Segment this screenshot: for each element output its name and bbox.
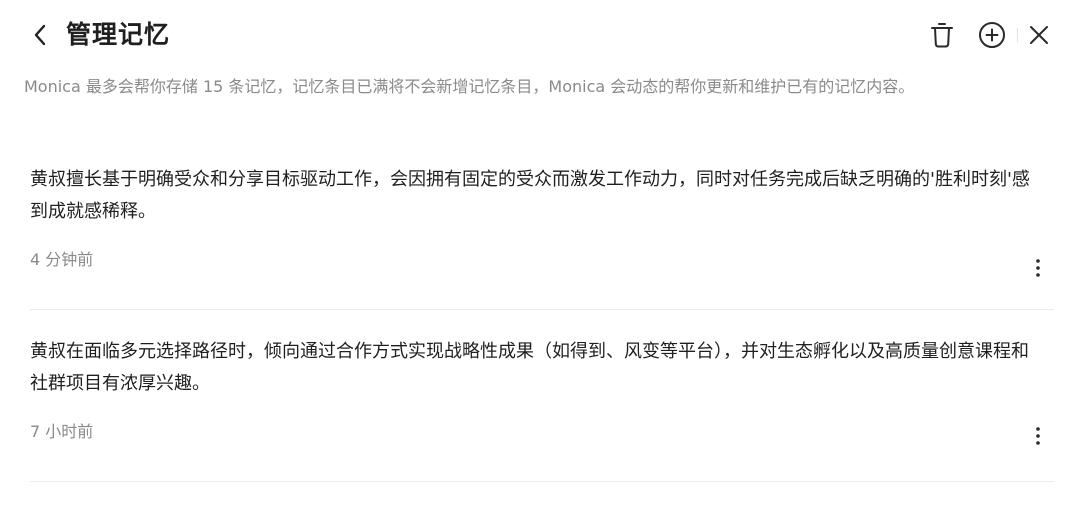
chevron-left-icon [34,24,46,46]
memory-item: 黄叔在面临多元选择路径时，倾向通过合作方式实现战略性成果（如得到、风变等平台），… [30,310,1054,482]
delete-button[interactable] [925,18,959,52]
close-button[interactable] [1022,18,1056,52]
more-vertical-icon [1036,259,1040,277]
header-divider [1017,28,1018,42]
more-vertical-icon [1036,427,1040,445]
page-title: 管理记忆 [66,20,171,49]
memory-list: 黄叔擅长基于明确受众和分享目标驱动工作，会因拥有固定的受众而激发工作动力，同时对… [30,160,1054,482]
back-button[interactable] [28,20,52,50]
header-actions [925,18,1056,52]
add-memory-button[interactable] [975,18,1009,52]
manage-memory-page: 管理记忆 Monica 最多会帮你存储 15 条记忆，记忆条目已满将不会新增记忆… [0,0,1080,529]
memory-more-button[interactable] [1026,256,1050,280]
plus-circle-icon [979,22,1005,48]
memory-text: 黄叔擅长基于明确受众和分享目标驱动工作，会因拥有固定的受众而激发工作动力，同时对… [30,169,1030,222]
memory-more-button[interactable] [1026,424,1050,448]
memory-limit-description: Monica 最多会帮你存储 15 条记忆，记忆条目已满将不会新增记忆条目，Mo… [24,77,915,96]
memory-timestamp: 7 小时前 [30,422,94,441]
header: 管理记忆 [0,0,1080,70]
memory-text: 黄叔在面临多元选择路径时，倾向通过合作方式实现战略性成果（如得到、风变等平台），… [30,341,1029,394]
close-icon [1030,26,1048,44]
trash-icon [931,23,953,48]
memory-timestamp: 4 分钟前 [30,250,94,269]
memory-item: 黄叔擅长基于明确受众和分享目标驱动工作，会因拥有固定的受众而激发工作动力，同时对… [30,164,1054,310]
